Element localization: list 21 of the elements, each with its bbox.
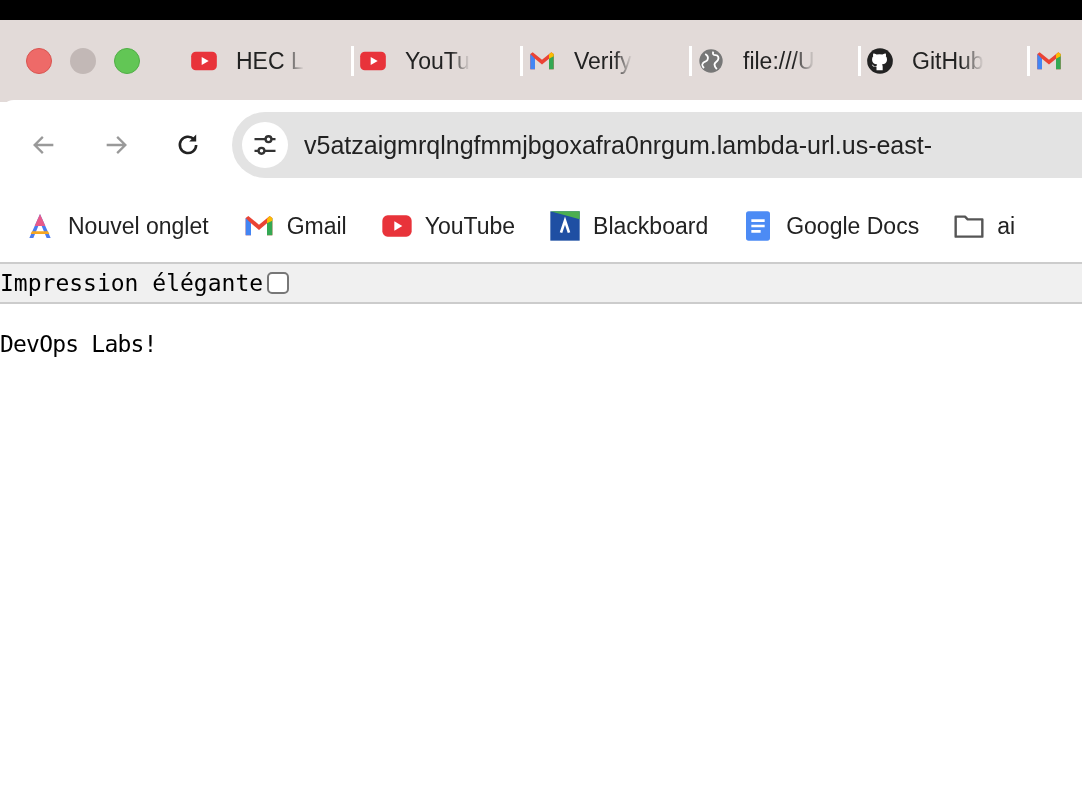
github-icon xyxy=(866,47,894,75)
close-window-button[interactable] xyxy=(26,48,52,74)
blackboard-icon xyxy=(549,210,582,242)
pretty-print-checkbox[interactable] xyxy=(267,272,290,294)
bookmark[interactable]: Nouvel onglet xyxy=(24,210,209,242)
bookmark[interactable]: Blackboard xyxy=(549,210,709,242)
globe-icon xyxy=(697,47,725,75)
response-text: DevOps Labs! xyxy=(0,330,158,357)
browser-tab[interactable]: GitHub xyxy=(861,46,1030,76)
pretty-print-label: Impression élégante xyxy=(0,270,264,296)
browser-tab[interactable]: YouTu xyxy=(354,46,523,76)
bookmark[interactable]: YouTube xyxy=(380,210,516,242)
address-bar[interactable]: v5atzaigmrqlngfmmjbgoxafra0nrgum.lambda-url.us-east- xyxy=(232,112,1082,178)
browser-tab[interactable]: HEC L xyxy=(185,46,354,76)
minimize-window-button[interactable] xyxy=(70,48,96,74)
bookmark[interactable]: Google Docs xyxy=(742,210,920,242)
zoom-window-button[interactable] xyxy=(114,48,140,74)
browser-tab[interactable]: Verify xyxy=(523,46,692,76)
bookmark[interactable]: ai xyxy=(953,210,1016,242)
browser-tab[interactable]: file:///U xyxy=(692,46,861,76)
bookmark[interactable]: Gmail xyxy=(242,210,347,242)
